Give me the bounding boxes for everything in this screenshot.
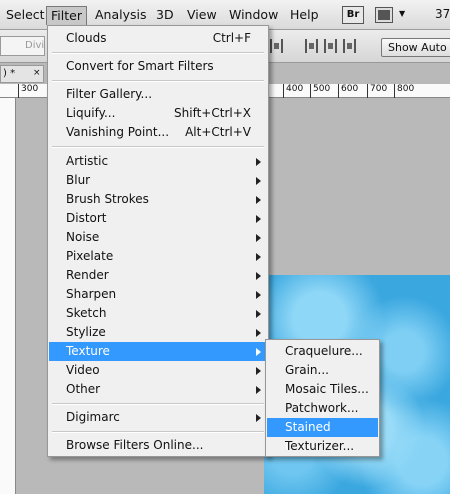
menu-view[interactable]: View <box>183 6 221 25</box>
distribute-icon[interactable] <box>343 39 356 53</box>
menu-filter[interactable]: Filter <box>46 6 87 25</box>
menu-item-label: Other <box>66 382 101 396</box>
menu-item-convert-smart-filters[interactable]: Convert for Smart Filters <box>49 57 267 76</box>
distribute-icon[interactable] <box>305 39 318 53</box>
separator <box>52 431 264 433</box>
menu-item-label: Noise <box>66 230 100 244</box>
chevron-down-icon[interactable]: ▼ <box>399 9 405 18</box>
submenu-arrow-icon <box>256 215 261 223</box>
vertical-ruler <box>0 98 16 494</box>
submenu-arrow-icon <box>256 414 261 422</box>
shortcut-label: Shift+Ctrl+X <box>174 106 251 120</box>
menu-item-noise[interactable]: Noise <box>49 228 267 247</box>
submenu-arrow-icon <box>256 196 261 204</box>
menu-item-label: Vanishing Point... <box>66 125 170 139</box>
submenu-arrow-icon <box>256 177 261 185</box>
bridge-button[interactable]: Br <box>342 6 364 24</box>
submenu-item-craquelure[interactable]: Craquelure... <box>267 342 378 361</box>
submenu-arrow-icon <box>256 310 261 318</box>
mini-bridge-icon[interactable] <box>375 7 393 23</box>
menu-item-blur[interactable]: Blur <box>49 171 267 190</box>
menu-item-label: Sharpen <box>66 287 117 301</box>
menu-item-label: Blur <box>66 173 91 187</box>
menu-item-label: Stylize <box>66 325 106 339</box>
submenu-arrow-icon <box>256 367 261 375</box>
submenu-arrow-icon <box>256 348 261 356</box>
submenu-item-mosaic-tiles[interactable]: Mosaic Tiles... <box>267 380 378 399</box>
menu-item-texture[interactable]: Texture <box>49 342 267 361</box>
distribute-buttons[interactable] <box>305 39 356 55</box>
submenu-item-patchwork[interactable]: Patchwork... <box>267 399 378 418</box>
separator <box>52 403 264 405</box>
zoom-level[interactable]: 37 <box>435 7 450 21</box>
separator <box>52 146 264 148</box>
menu-item-label: Texture <box>66 344 110 358</box>
ruler-tick: 600 <box>338 84 358 98</box>
submenu-arrow-icon <box>256 291 261 299</box>
menu-item-distort[interactable]: Distort <box>49 209 267 228</box>
separator <box>52 52 264 54</box>
texture-submenu: Craquelure... Grain... Mosaic Tiles... P… <box>265 339 380 457</box>
menu-item-clouds[interactable]: Clouds Ctrl+F <box>49 29 267 48</box>
menu-3d[interactable]: 3D <box>152 6 178 25</box>
ruler-tick: 300 <box>18 84 38 98</box>
menu-item-label: Render <box>66 268 109 282</box>
ruler-tick: 400 <box>283 84 303 98</box>
menu-item-liquify[interactable]: Liquify... Shift+Ctrl+X <box>49 104 267 123</box>
submenu-item-stained-glass[interactable]: Stained Glass... <box>267 418 378 453</box>
menu-item-label: Clouds <box>66 31 107 45</box>
menu-item-filter-gallery[interactable]: Filter Gallery... <box>49 85 267 104</box>
menu-item-pixelate[interactable]: Pixelate <box>49 247 267 266</box>
menu-item-label: Video <box>66 363 100 377</box>
menu-item-stylize[interactable]: Stylize <box>49 323 267 342</box>
menu-item-sharpen[interactable]: Sharpen <box>49 285 267 304</box>
menu-item-label: Sketch <box>66 306 107 320</box>
menu-item-label: Digimarc <box>66 410 120 424</box>
submenu-arrow-icon <box>256 158 261 166</box>
menu-window[interactable]: Window <box>225 6 282 25</box>
menu-item-browse-filters-online[interactable]: Browse Filters Online... <box>49 436 267 455</box>
menu-item-artistic[interactable]: Artistic <box>49 152 267 171</box>
menu-item-render[interactable]: Render <box>49 266 267 285</box>
align-buttons[interactable] <box>270 39 283 55</box>
filter-menu: Clouds Ctrl+F Convert for Smart Filters … <box>47 25 269 457</box>
menu-item-sketch[interactable]: Sketch <box>49 304 267 323</box>
shortcut-label: Alt+Ctrl+V <box>185 125 251 139</box>
menu-item-label: Browse Filters Online... <box>66 438 204 452</box>
menu-item-digimarc[interactable]: Digimarc <box>49 408 267 427</box>
menu-select[interactable]: Select <box>2 6 49 25</box>
distribute-icon[interactable] <box>324 39 337 53</box>
submenu-item-grain[interactable]: Grain... <box>267 361 378 380</box>
menu-item-label: Artistic <box>66 154 109 168</box>
submenu-arrow-icon <box>256 272 261 280</box>
menu-item-label: Pixelate <box>66 249 114 263</box>
shortcut-label: Ctrl+F <box>212 31 251 45</box>
menu-item-label: Convert for Smart Filters <box>66 59 214 73</box>
align-icon[interactable] <box>270 39 283 53</box>
submenu-arrow-icon <box>256 253 261 261</box>
menu-item-label: Brush Strokes <box>66 192 149 206</box>
ruler-tick: 500 <box>310 84 330 98</box>
show-auto-select-button[interactable]: Show Auto Sl <box>381 38 450 57</box>
submenu-item-texturizer[interactable]: Texturizer... <box>267 437 378 456</box>
menu-analysis[interactable]: Analysis <box>91 6 151 25</box>
close-icon[interactable]: × <box>33 68 41 78</box>
submenu-arrow-icon <box>256 329 261 337</box>
menu-item-label: Liquify... <box>66 106 116 120</box>
menu-item-label: Distort <box>66 211 107 225</box>
menu-item-vanishing-point[interactable]: Vanishing Point... Alt+Ctrl+V <box>49 123 267 142</box>
submenu-arrow-icon <box>256 234 261 242</box>
menu-item-brush-strokes[interactable]: Brush Strokes <box>49 190 267 209</box>
menu-item-video[interactable]: Video <box>49 361 267 380</box>
submenu-arrow-icon <box>256 386 261 394</box>
menu-item-other[interactable]: Other <box>49 380 267 399</box>
separator <box>52 80 264 82</box>
ruler-tick: 700 <box>367 84 387 98</box>
menu-help[interactable]: Help <box>286 6 323 25</box>
menu-item-label: Filter Gallery... <box>66 87 153 101</box>
divide-input[interactable]: Divid <box>0 36 45 56</box>
ruler-tick: 800 <box>394 84 414 98</box>
